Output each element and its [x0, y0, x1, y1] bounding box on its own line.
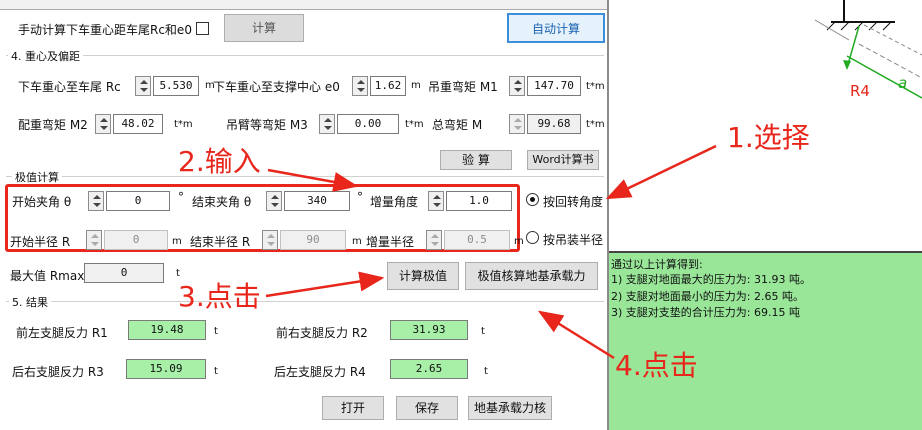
start-radius-unit: m [172, 236, 182, 247]
r4-label: 后左支腿反力 R4 [274, 365, 366, 379]
r2-label: 前右支腿反力 R2 [276, 326, 368, 340]
e0-unit: m [411, 80, 421, 91]
result-line-1: 1) 支腿对地面最大的压力为: 31.93 吨。 [611, 273, 811, 286]
end-radius-spinner [262, 230, 278, 250]
result-line-0: 通过以上计算得到: [611, 258, 703, 271]
start-angle-label: 开始夹角 θ [12, 195, 72, 209]
m3-input[interactable]: 0.00 [337, 114, 399, 134]
m3-label: 吊臂等弯矩 M3 [226, 118, 308, 132]
extreme-group [6, 176, 604, 177]
start-radius-input: 0 [104, 230, 168, 250]
m1-spinner[interactable] [509, 76, 525, 96]
ground-bearing-button[interactable]: 地基承载力核 [468, 396, 552, 420]
section4-group [6, 55, 604, 56]
start-angle-spinner[interactable] [88, 191, 104, 211]
start-radius-label: 开始半径 R [10, 235, 71, 249]
end-radius-label: 结束半径 R [190, 235, 251, 249]
calc-extreme-button[interactable]: 计算极值 [387, 262, 459, 290]
section5-group [6, 301, 604, 302]
inc-angle-label: 增量角度 [370, 195, 419, 209]
start-angle-input[interactable]: 0 [106, 191, 170, 211]
r4-value: 2.65 [390, 359, 468, 379]
m1-label: 吊重弯矩 M1 [428, 80, 498, 94]
annotation-step4: 4.点击 [615, 349, 698, 382]
radio-by-angle[interactable] [526, 193, 539, 206]
m2-spinner[interactable] [95, 114, 111, 134]
m3-unit: t*m [405, 119, 424, 130]
manual-calc-checkbox[interactable] [196, 22, 209, 35]
m3-spinner[interactable] [319, 114, 335, 134]
section4-title: 4. 重心及偏距 [8, 48, 83, 64]
diagram-r4-label: R4 [850, 82, 870, 100]
m2-label: 配重弯矩 M2 [18, 118, 88, 132]
deg-symbol-2: ° [357, 190, 363, 204]
word-report-button[interactable]: Word计算书 [527, 150, 599, 170]
inc-radius-label: 增量半径 [366, 235, 415, 249]
start-radius-spinner [86, 230, 102, 250]
m1-input[interactable]: 147.70 [527, 76, 581, 96]
max-input: 0 [84, 263, 164, 283]
inc-angle-spinner[interactable] [428, 191, 444, 211]
top-strip [0, 0, 607, 10]
radio-by-radius[interactable] [526, 231, 539, 244]
radio-by-angle-label[interactable]: 按回转角度 [543, 193, 603, 210]
r3-unit: t [214, 366, 218, 377]
auto-calc-button[interactable]: 自动计算 [507, 13, 605, 43]
inc-radius-unit: m [514, 236, 524, 247]
check-button[interactable]: 验 算 [440, 150, 512, 170]
deg-symbol-1: ° [178, 190, 184, 204]
r4-unit: t [484, 366, 488, 377]
section5-title: 5. 结果 [9, 294, 51, 310]
m2-unit: t*m [174, 119, 193, 130]
annotation-step2: 2.输入 [178, 145, 261, 178]
r3-value: 15.09 [126, 359, 206, 379]
inc-angle-input[interactable]: 1.0 [446, 191, 512, 211]
end-radius-input: 90 [280, 230, 346, 250]
m-label: 总弯矩 M [432, 118, 483, 132]
m2-input[interactable]: 48.02 [113, 114, 163, 134]
r2-unit: t [481, 326, 485, 337]
end-angle-label: 结束夹角 θ [192, 195, 252, 209]
r1-unit: t [214, 326, 218, 337]
result-line-2: 2) 支腿对地面最小的压力为: 2.65 吨。 [611, 290, 804, 303]
arrow-step3 [265, 271, 385, 298]
extreme-title: 极值计算 [12, 169, 62, 185]
end-angle-spinner[interactable] [266, 191, 282, 211]
check-ground-extreme-button[interactable]: 极值核算地基承载力 [465, 262, 598, 290]
end-angle-input[interactable]: 340 [284, 191, 350, 211]
r3-label: 后右支腿反力 R3 [12, 365, 104, 379]
diagram-a-label: a [898, 74, 908, 92]
e0-label: 下车重心至支撑中心 e0 [213, 80, 340, 94]
m-spinner [509, 114, 525, 134]
m-unit: t*m [586, 119, 605, 130]
rc-input[interactable]: 5.530 [153, 76, 199, 96]
manual-calc-label: 手动计算下车重心距车尾Rc和e0 [18, 23, 192, 37]
inc-radius-spinner [426, 230, 442, 250]
annotation-step1: 1.选择 [727, 121, 810, 154]
m-input: 99.68 [527, 114, 581, 134]
m1-unit: t*m [586, 81, 605, 92]
radio-by-radius-label[interactable]: 按吊装半径 [543, 231, 603, 248]
open-button[interactable]: 打开 [322, 396, 384, 420]
save-button[interactable]: 保存 [396, 396, 458, 420]
rc-label: 下车重心至车尾 Rc [18, 80, 121, 94]
e0-input[interactable]: 1.62 [370, 76, 406, 96]
arrow-step4 [537, 310, 615, 360]
end-radius-unit: m [352, 236, 362, 247]
e0-spinner[interactable] [352, 76, 368, 96]
r1-label: 前左支腿反力 R1 [16, 326, 108, 340]
annotation-step3: 3.点击 [178, 280, 261, 313]
r2-value: 31.93 [390, 320, 468, 340]
max-label: 最大值 Rmax [10, 269, 85, 283]
calc-button[interactable]: 计算 [224, 14, 304, 42]
rc-spinner[interactable] [135, 76, 151, 96]
inc-radius-input: 0.5 [444, 230, 510, 250]
r1-value: 19.48 [128, 320, 206, 340]
result-line-3: 3) 支腿对支垫的合计压力为: 69.15 吨 [611, 306, 800, 319]
